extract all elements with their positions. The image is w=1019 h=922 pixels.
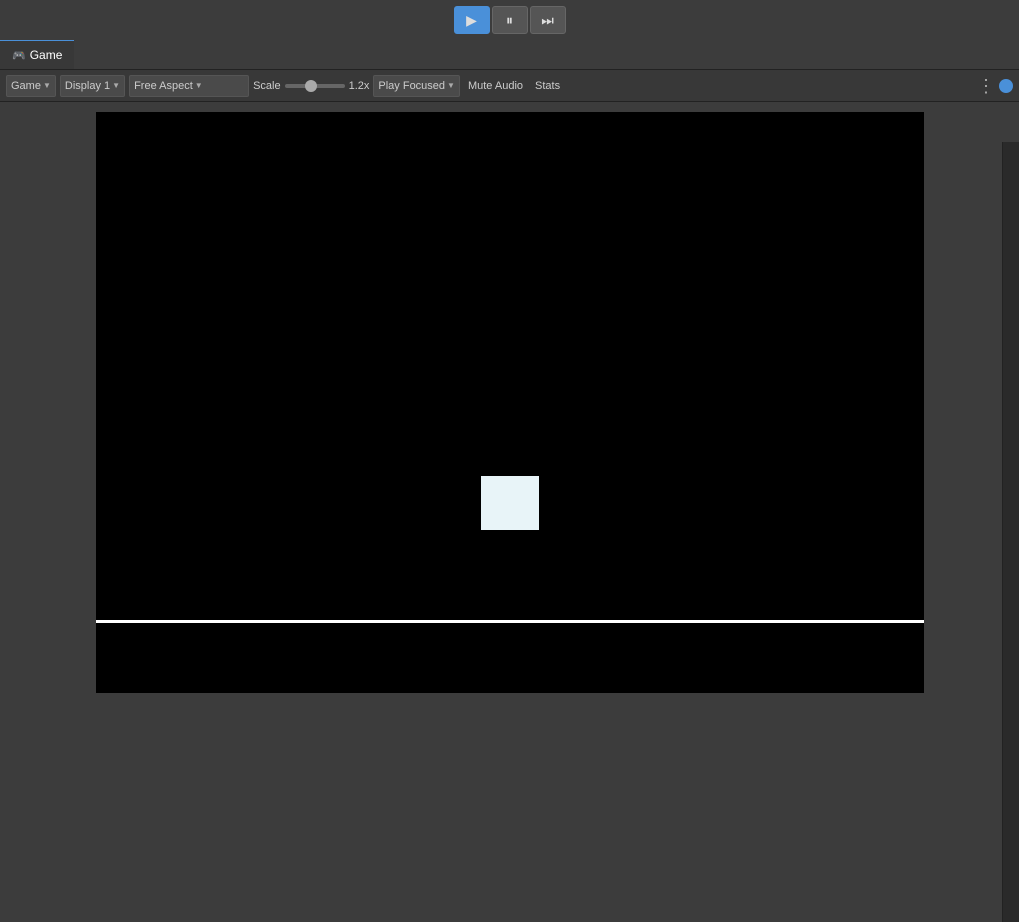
game-tab-icon: 🎮 bbox=[12, 49, 26, 62]
game-label: Game bbox=[11, 80, 41, 92]
side-panel-indicator bbox=[999, 79, 1013, 93]
tab-game[interactable]: 🎮 Game bbox=[0, 40, 74, 69]
tab-bar: 🎮 Game bbox=[0, 40, 1019, 70]
display1-dropdown-arrow: ▼ bbox=[112, 81, 120, 90]
tab-game-label: Game bbox=[30, 48, 63, 62]
overflow-menu-button[interactable]: ⋮ bbox=[977, 77, 995, 95]
play-focused-label: Play Focused bbox=[378, 80, 445, 92]
pause-icon: ⏸ bbox=[506, 12, 513, 29]
play-button[interactable]: ▶ bbox=[454, 6, 490, 34]
main-content bbox=[0, 102, 1019, 703]
game-object bbox=[481, 476, 539, 530]
stats-button[interactable]: Stats bbox=[531, 78, 564, 94]
free-aspect-label: Free Aspect bbox=[134, 80, 193, 92]
display1-select[interactable]: Display 1 ▼ bbox=[60, 75, 125, 97]
toolbar-overflow: ⋮ bbox=[977, 77, 1013, 95]
top-toolbar: ▶ ⏸ ⏭ bbox=[0, 0, 1019, 40]
scale-slider[interactable] bbox=[285, 84, 345, 88]
game-canvas[interactable] bbox=[96, 112, 924, 620]
scale-control: Scale 1.2x bbox=[253, 80, 369, 92]
stats-label: Stats bbox=[535, 80, 560, 92]
aspect-dropdown-arrow: ▼ bbox=[195, 81, 203, 90]
play-focused-select[interactable]: Play Focused ▼ bbox=[373, 75, 460, 97]
mute-audio-button[interactable]: Mute Audio bbox=[464, 78, 527, 94]
game-dropdown-arrow: ▼ bbox=[43, 81, 51, 90]
play-focused-dropdown-arrow: ▼ bbox=[447, 81, 455, 90]
scale-label: Scale bbox=[253, 80, 281, 92]
scale-value: 1.2x bbox=[349, 80, 370, 92]
step-button[interactable]: ⏭ bbox=[530, 6, 566, 34]
pause-button[interactable]: ⏸ bbox=[492, 6, 528, 34]
mute-audio-label: Mute Audio bbox=[468, 80, 523, 92]
game-display-select[interactable]: Game ▼ bbox=[6, 75, 56, 97]
game-view bbox=[96, 112, 924, 693]
display1-label: Display 1 bbox=[65, 80, 110, 92]
step-icon: ⏭ bbox=[541, 12, 554, 29]
side-panel bbox=[1002, 142, 1019, 922]
play-icon: ▶ bbox=[466, 12, 477, 29]
aspect-ratio-select[interactable]: Free Aspect ▼ bbox=[129, 75, 249, 97]
scale-slider-thumb bbox=[305, 80, 317, 92]
main-area bbox=[0, 102, 1019, 703]
game-bottom-area bbox=[96, 623, 924, 693]
game-toolbar: Game ▼ Display 1 ▼ Free Aspect ▼ Scale 1… bbox=[0, 70, 1019, 102]
